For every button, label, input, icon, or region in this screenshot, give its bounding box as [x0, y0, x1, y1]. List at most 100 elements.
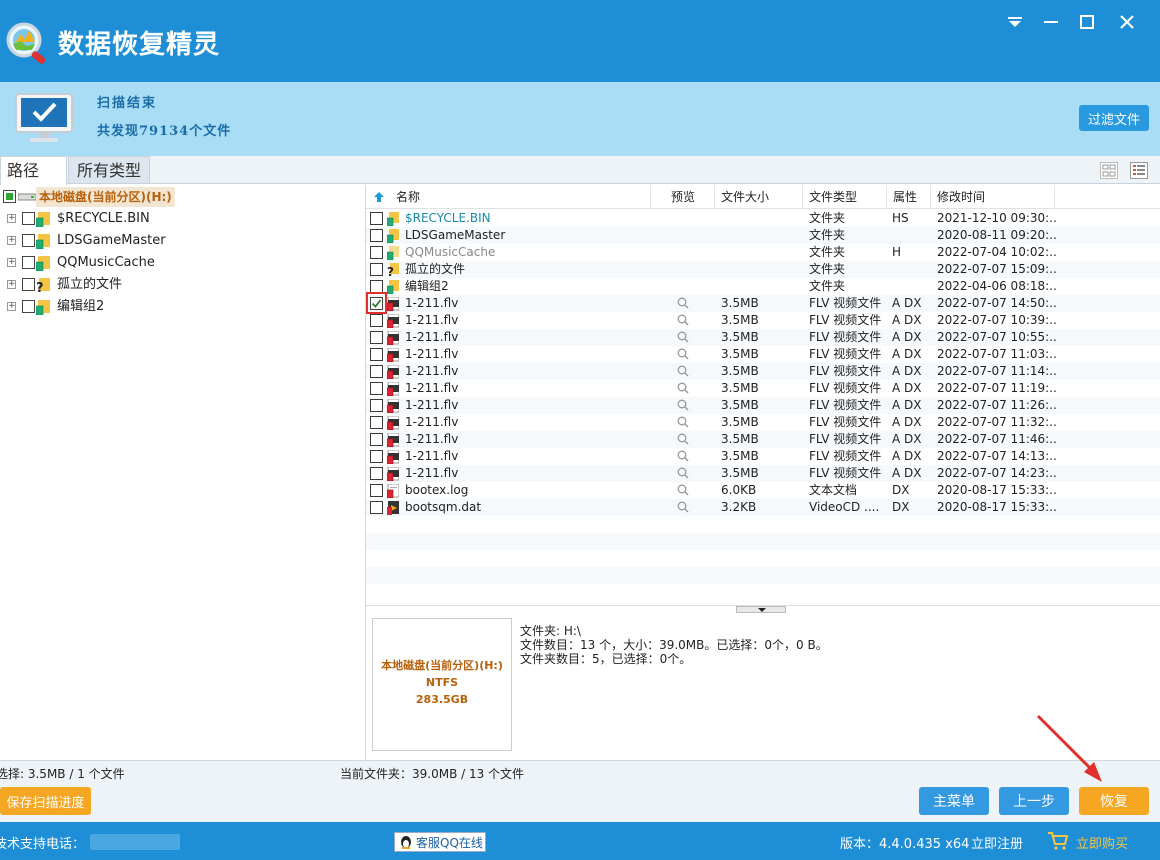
- file-row[interactable]: 1-211.flv 3.5MB FLV 视频文件 A DX 2022-07-07 11:…: [366, 363, 1160, 380]
- expand-icon[interactable]: +: [7, 280, 16, 289]
- sort-up-arrow-icon[interactable]: [373, 191, 385, 203]
- shopping-cart-icon[interactable]: [1047, 831, 1069, 851]
- preview-magnifier-icon[interactable]: [677, 331, 689, 343]
- recover-button[interactable]: 恢复: [1079, 787, 1149, 815]
- file-checkbox[interactable]: [370, 382, 383, 395]
- tree-checkbox[interactable]: [22, 234, 35, 247]
- file-name: 1-211.flv: [405, 432, 459, 446]
- minimize-icon[interactable]: [1039, 10, 1063, 34]
- column-modified-time[interactable]: 修改时间: [931, 185, 1055, 209]
- file-row[interactable]: 编辑组2 文件夹 2022-04-06 08:18:...: [366, 278, 1160, 295]
- file-checkbox[interactable]: [370, 348, 383, 361]
- file-row[interactable]: bootex.log 6.0KB 文本文档 DX 2020-08-17 15:33:..…: [366, 482, 1160, 499]
- maximize-icon[interactable]: [1075, 10, 1099, 34]
- tree-item-edit-group[interactable]: + 编辑组2: [0, 296, 360, 318]
- close-icon[interactable]: [1115, 10, 1139, 34]
- tab-path[interactable]: 路径: [0, 156, 67, 185]
- tab-all-types[interactable]: 所有类型: [68, 156, 150, 184]
- buy-now-link[interactable]: 立即购买: [1076, 833, 1128, 852]
- tree-checkbox[interactable]: [22, 278, 35, 291]
- file-checkbox[interactable]: [370, 246, 383, 259]
- file-row[interactable]: 1-211.flv 3.5MB FLV 视频文件 A DX 2022-07-07 14:…: [366, 292, 1160, 314]
- file-checkbox[interactable]: [370, 331, 383, 344]
- column-size[interactable]: 文件大小: [715, 185, 803, 209]
- file-row[interactable]: 1-211.flv 3.5MB FLV 视频文件 A DX 2022-07-07 11:…: [366, 431, 1160, 448]
- file-checkbox[interactable]: [370, 229, 383, 242]
- file-checkbox[interactable]: [370, 450, 383, 463]
- file-row[interactable]: bootsqm.dat 3.2KB VideoCD .... DX 2020-08-17…: [366, 499, 1160, 516]
- tree-root-checkbox[interactable]: [3, 190, 16, 203]
- qq-support-button[interactable]: 客服QQ在线: [394, 832, 486, 852]
- tree-item-recycle-bin[interactable]: + $RECYCLE.BIN: [0, 208, 360, 230]
- file-row[interactable]: LDSGameMaster 文件夹 2020-08-11 09:20:...: [366, 227, 1160, 244]
- preview-magnifier-icon[interactable]: [677, 467, 689, 479]
- expand-icon[interactable]: +: [7, 236, 16, 245]
- preview-magnifier-icon[interactable]: [677, 433, 689, 445]
- main-menu-button[interactable]: 主菜单: [919, 787, 989, 815]
- column-type[interactable]: 文件类型: [803, 185, 887, 209]
- preview-magnifier-icon[interactable]: [677, 484, 689, 496]
- file-row[interactable]: 1-211.flv 3.5MB FLV 视频文件 A DX 2022-07-07 14:…: [366, 448, 1160, 465]
- file-checkbox[interactable]: [370, 484, 383, 497]
- file-checkbox[interactable]: [370, 501, 383, 514]
- file-modified-time: 2022-04-06 08:18:...: [937, 279, 1057, 293]
- file-checkbox[interactable]: [370, 433, 383, 446]
- file-row[interactable]: 1-211.flv 3.5MB FLV 视频文件 A DX 2022-07-07 10:…: [366, 329, 1160, 346]
- file-checkbox[interactable]: [370, 314, 383, 327]
- file-checkbox[interactable]: [370, 416, 383, 429]
- file-row[interactable]: 1-211.flv 3.5MB FLV 视频文件 A DX 2022-07-07 11:…: [366, 380, 1160, 397]
- thumbnail-view-icon[interactable]: [1100, 162, 1118, 179]
- file-row[interactable]: $RECYCLE.BIN 文件夹 HS 2021-12-10 09:30:...: [366, 210, 1160, 227]
- dropdown-menu-icon[interactable]: [1003, 10, 1027, 34]
- file-checkbox[interactable]: [370, 399, 383, 412]
- tree-item-label: 编辑组2: [57, 299, 105, 314]
- expand-icon[interactable]: +: [7, 214, 16, 223]
- file-name: QQMusicCache: [405, 245, 496, 259]
- file-row[interactable]: 1-211.flv 3.5MB FLV 视频文件 A DX 2022-07-07 11:…: [366, 414, 1160, 431]
- preview-magnifier-icon[interactable]: [677, 416, 689, 428]
- expand-icon[interactable]: +: [7, 302, 16, 311]
- preview-magnifier-icon[interactable]: [677, 348, 689, 360]
- file-row[interactable]: 1-211.flv 3.5MB FLV 视频文件 A DX 2022-07-07 11:…: [366, 346, 1160, 363]
- filter-files-button[interactable]: 过滤文件: [1079, 105, 1149, 131]
- preview-magnifier-icon[interactable]: [677, 297, 689, 309]
- column-attributes[interactable]: 属性: [887, 185, 931, 209]
- list-view-icon[interactable]: [1130, 162, 1148, 179]
- video-file-icon: [386, 466, 400, 482]
- panel-collapse-handle[interactable]: [736, 606, 786, 613]
- drive-icon: [18, 193, 36, 201]
- file-checkbox[interactable]: [370, 467, 383, 480]
- file-row[interactable]: 1-211.flv 3.5MB FLV 视频文件 A DX 2022-07-07 11:…: [366, 397, 1160, 414]
- expand-icon[interactable]: +: [7, 258, 16, 267]
- preview-magnifier-icon[interactable]: [677, 365, 689, 377]
- column-preview[interactable]: 预览: [665, 185, 715, 209]
- tree-item-orphan-files[interactable]: + ? 孤立的文件: [0, 274, 360, 296]
- file-row[interactable]: QQMusicCache 文件夹 H 2022-07-04 10:02:...: [366, 244, 1160, 261]
- save-scan-progress-button[interactable]: 保存扫描进度: [0, 787, 91, 815]
- preview-magnifier-icon[interactable]: [677, 501, 689, 513]
- tree-root[interactable]: 本地磁盘(当前分区)(H:): [0, 186, 360, 208]
- tree-checkbox[interactable]: [22, 256, 35, 269]
- folder-icon: [36, 234, 50, 249]
- file-type: FLV 视频文件: [809, 296, 882, 310]
- previous-step-button[interactable]: 上一步: [999, 787, 1069, 815]
- file-checkbox[interactable]: [370, 365, 383, 378]
- tree-item-qqmusiccache[interactable]: + QQMusicCache: [0, 252, 360, 274]
- file-modified-time: 2022-07-07 11:46:...: [937, 432, 1057, 446]
- tree-item-ldsgamemaster[interactable]: + LDSGameMaster: [0, 230, 360, 252]
- file-row[interactable]: ? 孤立的文件 文件夹 2022-07-07 15:09:...: [366, 261, 1160, 279]
- tree-checkbox[interactable]: [22, 300, 35, 313]
- preview-magnifier-icon[interactable]: [677, 382, 689, 394]
- column-name[interactable]: 名称: [390, 185, 651, 209]
- register-link[interactable]: 立即注册: [971, 833, 1023, 852]
- videocd-file-icon: [387, 501, 399, 515]
- preview-magnifier-icon[interactable]: [677, 314, 689, 326]
- preview-magnifier-icon[interactable]: [677, 450, 689, 462]
- file-checkbox[interactable]: [370, 263, 383, 276]
- tree-checkbox[interactable]: [22, 212, 35, 225]
- file-row[interactable]: 1-211.flv 3.5MB FLV 视频文件 A DX 2022-07-07 10:…: [366, 312, 1160, 329]
- preview-magnifier-icon[interactable]: [677, 399, 689, 411]
- file-checkbox[interactable]: [370, 212, 383, 225]
- file-row[interactable]: 1-211.flv 3.5MB FLV 视频文件 A DX 2022-07-07 14:…: [366, 465, 1160, 482]
- file-attributes: DX: [892, 500, 910, 514]
